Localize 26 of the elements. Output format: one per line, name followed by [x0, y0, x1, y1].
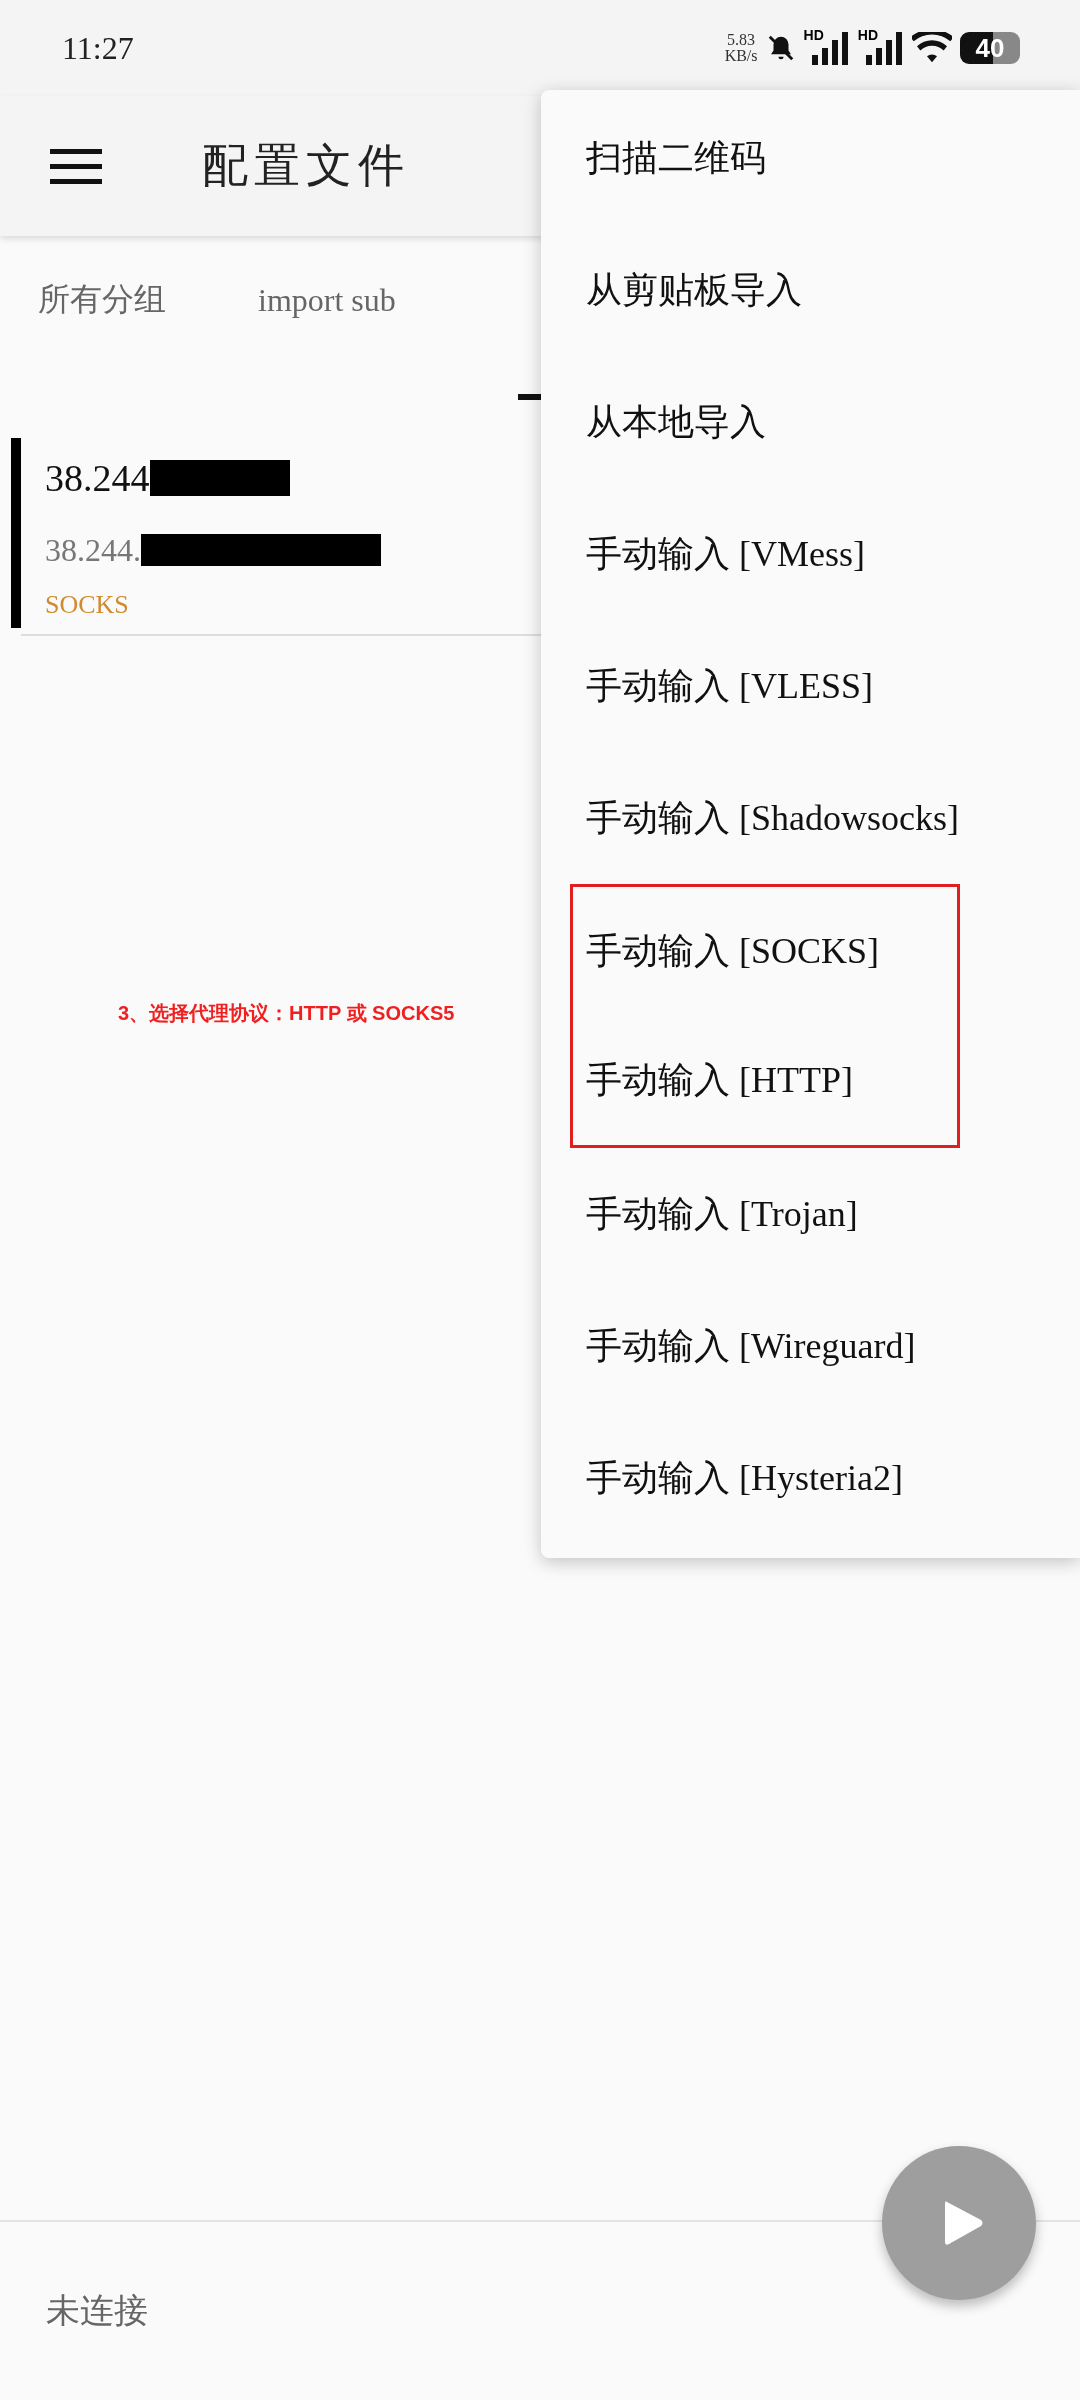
annotation-text: 3、选择代理协议：HTTP 或 SOCKS5: [118, 1001, 455, 1026]
menu-item[interactable]: 手动输入 [Trojan]: [541, 1148, 1080, 1280]
menu-item[interactable]: 手动输入 [Wireguard]: [541, 1280, 1080, 1412]
menu-icon[interactable]: [50, 147, 102, 185]
app-title: 配置文件: [202, 139, 410, 193]
menu-item[interactable]: 从本地导入: [541, 356, 1080, 488]
menu-item[interactable]: 手动输入 [VMess]: [541, 488, 1080, 620]
menu-item[interactable]: 从剪贴板导入: [541, 224, 1080, 356]
menu-item[interactable]: 扫描二维码: [541, 92, 1080, 224]
menu-item[interactable]: 手动输入 [HTTP]: [573, 1016, 957, 1145]
network-speed: 5.83 KB/s: [724, 32, 758, 64]
hd-label: HD: [857, 27, 878, 43]
menu-item[interactable]: 手动输入 [Hysteria2]: [541, 1412, 1080, 1544]
menu-item[interactable]: 手动输入 [VLESS]: [541, 620, 1080, 752]
hd-label: HD: [803, 27, 824, 43]
tab[interactable]: import sub: [258, 236, 396, 400]
server-name[interactable]: 38.244: [45, 456, 150, 500]
menu-item[interactable]: 手动输入 [SOCKS]: [573, 887, 957, 1016]
status-time: 11:27: [62, 29, 134, 67]
connection-status: 未连接: [46, 2291, 148, 2331]
server-address: 38.244.: [45, 531, 141, 569]
wifi-icon: [912, 32, 952, 64]
menu-item[interactable]: 手动输入 [Shadowsocks]: [541, 752, 1080, 884]
protocol-label: SOCKS: [45, 590, 130, 620]
battery-icon: 40: [960, 32, 1020, 64]
tab[interactable]: 所有分组: [38, 236, 166, 400]
